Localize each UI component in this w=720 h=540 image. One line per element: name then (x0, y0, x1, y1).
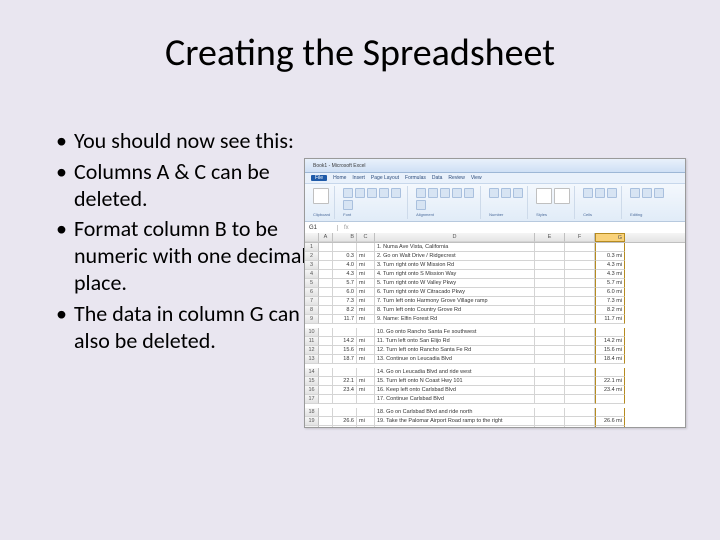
name-box: G1 (305, 225, 338, 231)
font-icon (343, 188, 353, 198)
tab-home: Home (333, 175, 346, 181)
bullet-item: Format column B to be numeric with one d… (56, 216, 316, 296)
table-row: 911.7mi9. Name: Elfin Forest Rd11.7 mi (305, 315, 685, 324)
table-row: 44.3mi4. Turn right onto S Mission Way4.… (305, 270, 685, 279)
spreadsheet-grid: A B C D E F G 11. Numa Ave Vista, Califo… (305, 233, 685, 427)
column-headers: A B C D E F G (305, 233, 685, 243)
excel-screenshot: Book1 - Microsoft Excel File Home Insert… (304, 158, 686, 428)
tab-file: File (311, 175, 327, 181)
table-row: 1717. Continue Carlsbad Blvd (305, 395, 685, 404)
col-D: D (375, 233, 535, 242)
ribbon-tabs: File Home Insert Page Layout Formulas Da… (305, 173, 685, 184)
col-A: A (319, 233, 333, 242)
ribbon-group-editing: Editing (626, 186, 668, 219)
tab-pagelayout: Page Layout (371, 175, 399, 181)
col-B: B (333, 233, 357, 242)
tab-formulas: Formulas (405, 175, 426, 181)
table-row: 1114.2mi11. Turn left onto San Elijo Rd1… (305, 337, 685, 346)
ribbon-group-styles: Styles (532, 186, 575, 219)
table-row: 11. Numa Ave Vista, California (305, 243, 685, 252)
tab-review: Review (448, 175, 464, 181)
window-titlebar: Book1 - Microsoft Excel (305, 159, 685, 173)
col-G: G (595, 233, 625, 242)
table-row: 1522.1mi15. Turn left onto N Coast Hwy 1… (305, 377, 685, 386)
table-row: 1318.7mi13. Continue on Leucadia Blvd18.… (305, 355, 685, 364)
col-C: C (357, 233, 375, 242)
table-row: 1010. Go onto Rancho Santa Fe southwest (305, 328, 685, 337)
tab-insert: Insert (352, 175, 365, 181)
table-row: 77.3mi7. Turn left onto Harmony Grove Vi… (305, 297, 685, 306)
ribbon-group-align: Alignment (412, 186, 481, 219)
paste-icon (313, 188, 329, 204)
tab-data: Data (432, 175, 443, 181)
table-row: 1818. Go on Carlsbad Blvd and ride north (305, 408, 685, 417)
table-row: 1926.6mi19. Take the Palomar Airport Roa… (305, 417, 685, 426)
table-row: 2027.4mi20. The street name changes26.8 … (305, 426, 685, 427)
ribbon-group-cells: Cells (579, 186, 622, 219)
table-row: 34.0mi3. Turn right onto W Mission Rd4.3… (305, 261, 685, 270)
ribbon: Clipboard Font Alignment Number (305, 184, 685, 222)
col-F: F (565, 233, 595, 242)
table-row: 88.2mi8. Turn left onto Country Grove Rd… (305, 306, 685, 315)
slide-title: Creating the Spreadsheet (0, 30, 720, 76)
ribbon-group-number: Number (485, 186, 528, 219)
tab-view: View (471, 175, 482, 181)
table-row: 66.0mi6. Turn right onto W Citracado Pkw… (305, 288, 685, 297)
fx-label: fx (338, 225, 349, 231)
bullet-item: The data in column G can also be deleted… (56, 301, 316, 355)
table-row: 55.7mi5. Turn right onto W Valley Pkwy5.… (305, 279, 685, 288)
bullet-item: Columns A & C can be deleted. (56, 159, 316, 213)
table-row: 1215.6mi12. Turn left onto Rancho Santa … (305, 346, 685, 355)
ribbon-group-clipboard: Clipboard (309, 186, 335, 219)
window-title: Book1 - Microsoft Excel (313, 163, 366, 169)
table-row: 1623.4mi16. Keep left onto Carlsbad Blvd… (305, 386, 685, 395)
ribbon-group-font: Font (339, 186, 408, 219)
table-row: 20.3mi2. Go on Walt Drive / Ridgecrest0.… (305, 252, 685, 261)
bullet-list: You should now see this: Columns A & C c… (56, 128, 316, 359)
bullet-item: You should now see this: (56, 128, 414, 155)
col-E: E (535, 233, 565, 242)
table-row: 1414. Go on Leucadia Blvd and ride west (305, 368, 685, 377)
